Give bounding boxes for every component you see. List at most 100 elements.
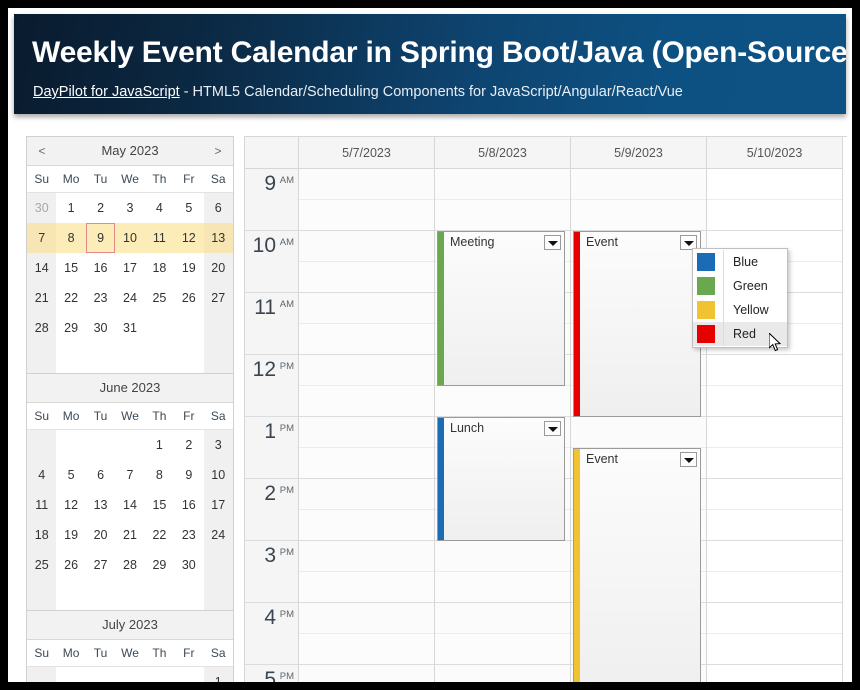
calendar-time-cell[interactable] [299, 510, 434, 541]
mini-day-cell[interactable]: 24 [203, 520, 233, 550]
mini-day-cell[interactable]: 23 [86, 283, 115, 313]
calendar-time-cell[interactable] [435, 634, 570, 665]
calendar-time-cell[interactable] [299, 572, 434, 603]
calendar-time-cell[interactable] [299, 634, 434, 665]
mini-day-cell[interactable]: 26 [174, 283, 203, 313]
mini-day-cell[interactable]: 6 [86, 460, 115, 490]
calendar-time-cell[interactable] [707, 386, 842, 417]
mini-day-cell[interactable]: 5 [174, 193, 203, 223]
mini-day-cell[interactable]: 25 [145, 283, 174, 313]
mini-day-cell[interactable]: 1 [56, 193, 85, 223]
calendar-time-cell[interactable] [299, 169, 434, 200]
calendar-time-cell[interactable] [435, 541, 570, 572]
mini-day-cell[interactable]: 25 [27, 550, 57, 580]
mini-day-cell[interactable]: 27 [86, 550, 115, 580]
mini-day-cell[interactable]: 11 [144, 223, 175, 253]
calendar-time-cell[interactable] [299, 386, 434, 417]
mini-day-cell[interactable]: 21 [27, 283, 57, 313]
event-menu-button[interactable] [680, 452, 697, 467]
mini-day-cell[interactable]: 3 [115, 193, 144, 223]
color-menu-item[interactable]: Yellow [693, 298, 787, 322]
mini-day-cell[interactable]: 11 [27, 490, 57, 520]
mini-day-cell[interactable]: 27 [203, 283, 233, 313]
mini-day-cell[interactable]: 26 [56, 550, 85, 580]
mini-day-cell[interactable]: 28 [27, 313, 57, 343]
mini-day-cell[interactable]: 22 [145, 520, 174, 550]
calendar-time-cell[interactable] [299, 665, 434, 682]
mini-day-cell[interactable]: 14 [115, 490, 144, 520]
calendar-date-header[interactable]: 5/7/2023 [299, 137, 435, 169]
calendar-time-cell[interactable] [571, 417, 706, 448]
mini-day-cell[interactable]: 17 [203, 490, 233, 520]
mini-day-cell[interactable]: 28 [115, 550, 144, 580]
mini-day-cell[interactable]: 5 [56, 460, 85, 490]
calendar-time-cell[interactable] [571, 169, 706, 200]
calendar-time-cell[interactable] [299, 355, 434, 386]
mini-day-cell[interactable]: 12 [56, 490, 85, 520]
calendar-time-cell[interactable] [299, 293, 434, 324]
mini-day-cell[interactable]: 18 [145, 253, 174, 283]
calendar-time-cell[interactable] [707, 510, 842, 541]
mini-day-cell[interactable]: 2 [86, 193, 115, 223]
calendar-time-cell[interactable] [435, 572, 570, 603]
calendar-time-cell[interactable] [435, 200, 570, 231]
calendar-date-header[interactable]: 5/8/2023 [435, 137, 571, 169]
calendar-time-cell[interactable] [707, 417, 842, 448]
mini-day-cell[interactable]: 4 [145, 193, 174, 223]
mini-day-cell[interactable]: 3 [203, 430, 233, 460]
mini-day-cell[interactable]: 29 [145, 550, 174, 580]
calendar-time-cell[interactable] [707, 479, 842, 510]
next-month-button[interactable]: > [207, 137, 229, 165]
mini-day-cell[interactable]: 9 [85, 223, 116, 253]
mini-day-cell[interactable]: 20 [86, 520, 115, 550]
mini-day-cell[interactable]: 8 [56, 223, 86, 253]
calendar-time-cell[interactable] [299, 200, 434, 231]
mini-day-cell[interactable]: 17 [115, 253, 144, 283]
mini-day-cell[interactable]: 24 [115, 283, 144, 313]
mini-day-cell[interactable]: 23 [174, 520, 203, 550]
calendar-time-cell[interactable] [707, 634, 842, 665]
calendar-time-cell[interactable] [299, 479, 434, 510]
calendar-time-cell[interactable] [299, 541, 434, 572]
calendar-time-cell[interactable] [707, 200, 842, 231]
calendar-time-cell[interactable] [435, 665, 570, 682]
color-menu-item[interactable]: Blue [693, 250, 787, 274]
mini-day-cell[interactable]: 4 [27, 460, 57, 490]
mini-day-cell[interactable]: 22 [56, 283, 85, 313]
calendar-date-header[interactable]: 5/9/2023 [571, 137, 707, 169]
calendar-event[interactable]: Meeting [437, 231, 565, 386]
event-menu-button[interactable] [544, 235, 561, 250]
calendar-time-cell[interactable] [299, 448, 434, 479]
mini-day-cell[interactable]: 10 [115, 223, 145, 253]
mini-day-cell[interactable]: 31 [115, 313, 144, 343]
calendar-date-header[interactable]: 5/10/2023 [707, 137, 843, 169]
event-menu-button[interactable] [544, 421, 561, 436]
mini-day-cell[interactable]: 21 [115, 520, 144, 550]
mini-day-cell[interactable]: 14 [27, 253, 57, 283]
mini-day-cell[interactable]: 19 [174, 253, 203, 283]
mini-day-cell[interactable]: 19 [56, 520, 85, 550]
calendar-event[interactable]: Event [573, 231, 701, 417]
mini-day-cell[interactable]: 1 [203, 667, 233, 682]
mini-day-cell[interactable]: 7 [115, 460, 144, 490]
mini-day-cell[interactable]: 12 [174, 223, 204, 253]
daypilot-link[interactable]: DayPilot for JavaScript [33, 84, 180, 100]
mini-day-cell[interactable]: 16 [174, 490, 203, 520]
mini-day-cell[interactable]: 13 [203, 223, 233, 253]
color-menu-item[interactable]: Green [693, 274, 787, 298]
mini-day-cell[interactable]: 6 [203, 193, 233, 223]
calendar-time-cell[interactable] [707, 572, 842, 603]
calendar-time-cell[interactable] [435, 169, 570, 200]
mini-day-cell[interactable]: 30 [174, 550, 203, 580]
mini-day-cell[interactable]: 29 [56, 313, 85, 343]
calendar-time-cell[interactable] [571, 200, 706, 231]
calendar-time-cell[interactable] [299, 324, 434, 355]
calendar-time-cell[interactable] [435, 603, 570, 634]
calendar-time-cell[interactable] [299, 603, 434, 634]
calendar-event[interactable]: Event [573, 448, 701, 682]
mini-day-cell[interactable]: 13 [86, 490, 115, 520]
calendar-time-cell[interactable] [707, 665, 842, 682]
prev-month-button[interactable]: < [31, 137, 53, 165]
calendar-event[interactable]: Lunch [437, 417, 565, 541]
mini-day-cell[interactable]: 18 [27, 520, 57, 550]
